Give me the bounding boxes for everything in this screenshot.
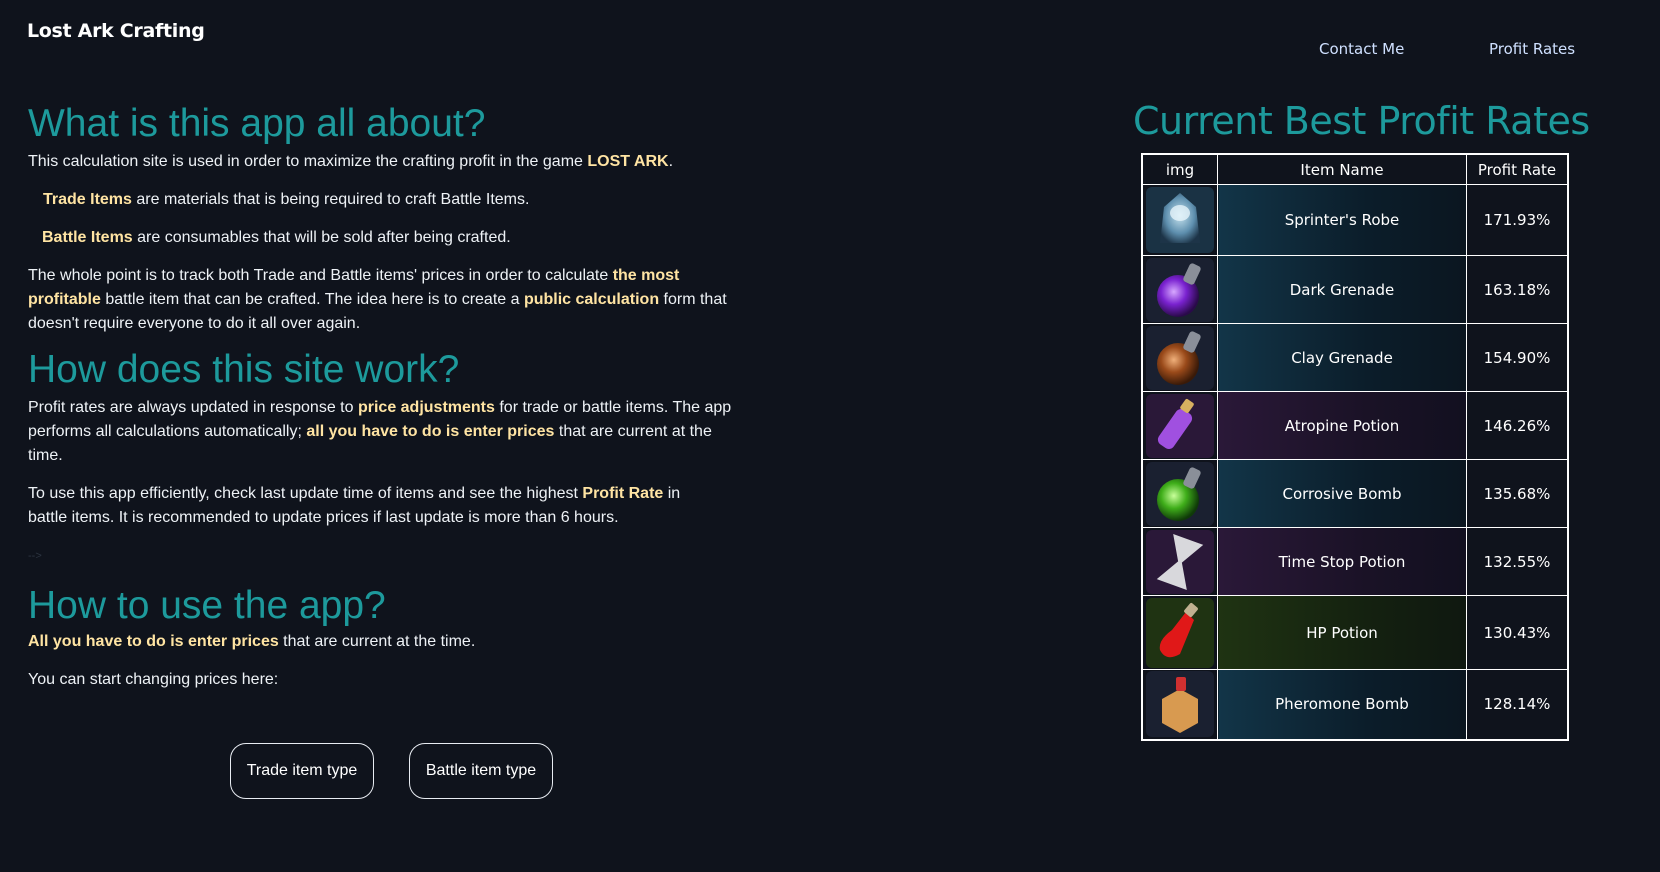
profit-rate: 163.18% xyxy=(1466,255,1569,324)
table-row[interactable]: Clay Grenade 154.90% xyxy=(1141,323,1569,392)
intro-paragraph: This calculation site is used in order t… xyxy=(28,153,674,170)
clay-grenade-icon xyxy=(1146,325,1214,390)
item-name: Time Stop Potion xyxy=(1217,527,1467,596)
column-header-item-name: Item Name xyxy=(1217,153,1467,185)
table-row[interactable]: Atropine Potion 146.26% xyxy=(1141,391,1569,460)
nav-profit-rates[interactable]: Profit Rates xyxy=(1489,40,1575,58)
profit-rates-table: img Item Name Profit Rate Sprinter's Rob… xyxy=(1141,153,1569,741)
purpose-paragraph: The whole point is to track both Trade a… xyxy=(28,267,727,332)
start-changing-text: You can start changing prices here: xyxy=(28,671,279,688)
table-row[interactable]: Corrosive Bomb 135.68% xyxy=(1141,459,1569,528)
stray-comment-text: --> xyxy=(28,550,42,562)
column-header-profit-rate: Profit Rate xyxy=(1466,153,1569,185)
item-name: Corrosive Bomb xyxy=(1217,459,1467,528)
profit-rate: 135.68% xyxy=(1466,459,1569,528)
table-row[interactable]: HP Potion 130.43% xyxy=(1141,595,1569,670)
profit-rate: 130.43% xyxy=(1466,595,1569,670)
item-name: Atropine Potion xyxy=(1217,391,1467,460)
table-header-row: img Item Name Profit Rate xyxy=(1141,153,1569,185)
profit-rate: 128.14% xyxy=(1466,669,1569,740)
item-name: Sprinter's Robe xyxy=(1217,184,1467,256)
trade-items-paragraph: Trade Items are materials that is being … xyxy=(43,191,530,208)
usage-title: How to use the app? xyxy=(28,584,386,627)
item-name: HP Potion xyxy=(1217,595,1467,670)
profit-rate: 146.26% xyxy=(1466,391,1569,460)
dark-grenade-icon xyxy=(1146,257,1214,322)
table-row[interactable]: Time Stop Potion 132.55% xyxy=(1141,527,1569,596)
how-title: How does this site work? xyxy=(28,348,460,391)
item-name: Pheromone Bomb xyxy=(1217,669,1467,740)
table-row[interactable]: Dark Grenade 163.18% xyxy=(1141,255,1569,324)
battle-item-type-button[interactable]: Battle item type xyxy=(409,743,553,799)
battle-items-paragraph: Battle Items are consumables that will b… xyxy=(42,229,511,246)
item-name: Clay Grenade xyxy=(1217,323,1467,392)
column-header-img: img xyxy=(1141,153,1218,185)
atropine-potion-icon xyxy=(1146,393,1214,458)
profit-rate: 154.90% xyxy=(1466,323,1569,392)
hourglass-icon xyxy=(1146,529,1214,594)
info-column: What is this app all about? This calcula… xyxy=(28,100,768,692)
intro-title: What is this app all about? xyxy=(28,102,486,145)
table-row[interactable]: Sprinter's Robe 171.93% xyxy=(1141,184,1569,256)
robe-icon xyxy=(1146,187,1214,253)
table-row[interactable]: Pheromone Bomb 128.14% xyxy=(1141,669,1569,740)
profit-rate: 132.55% xyxy=(1466,527,1569,596)
hp-potion-icon xyxy=(1146,597,1214,668)
profit-rate: 171.93% xyxy=(1466,184,1569,256)
site-brand[interactable]: Lost Ark Crafting xyxy=(27,20,205,42)
trade-item-type-button[interactable]: Trade item type xyxy=(230,743,374,799)
profit-rates-title: Current Best Profit Rates xyxy=(1133,99,1590,143)
pheromone-bomb-icon xyxy=(1146,671,1214,738)
corrosive-bomb-icon xyxy=(1146,461,1214,526)
how-paragraph: Profit rates are always updated in respo… xyxy=(28,399,732,464)
usage-paragraph: All you have to do is enter prices that … xyxy=(28,633,476,650)
usage-tip-paragraph: To use this app efficiently, check last … xyxy=(28,485,681,526)
nav-contact-me[interactable]: Contact Me xyxy=(1319,40,1404,58)
item-name: Dark Grenade xyxy=(1217,255,1467,324)
